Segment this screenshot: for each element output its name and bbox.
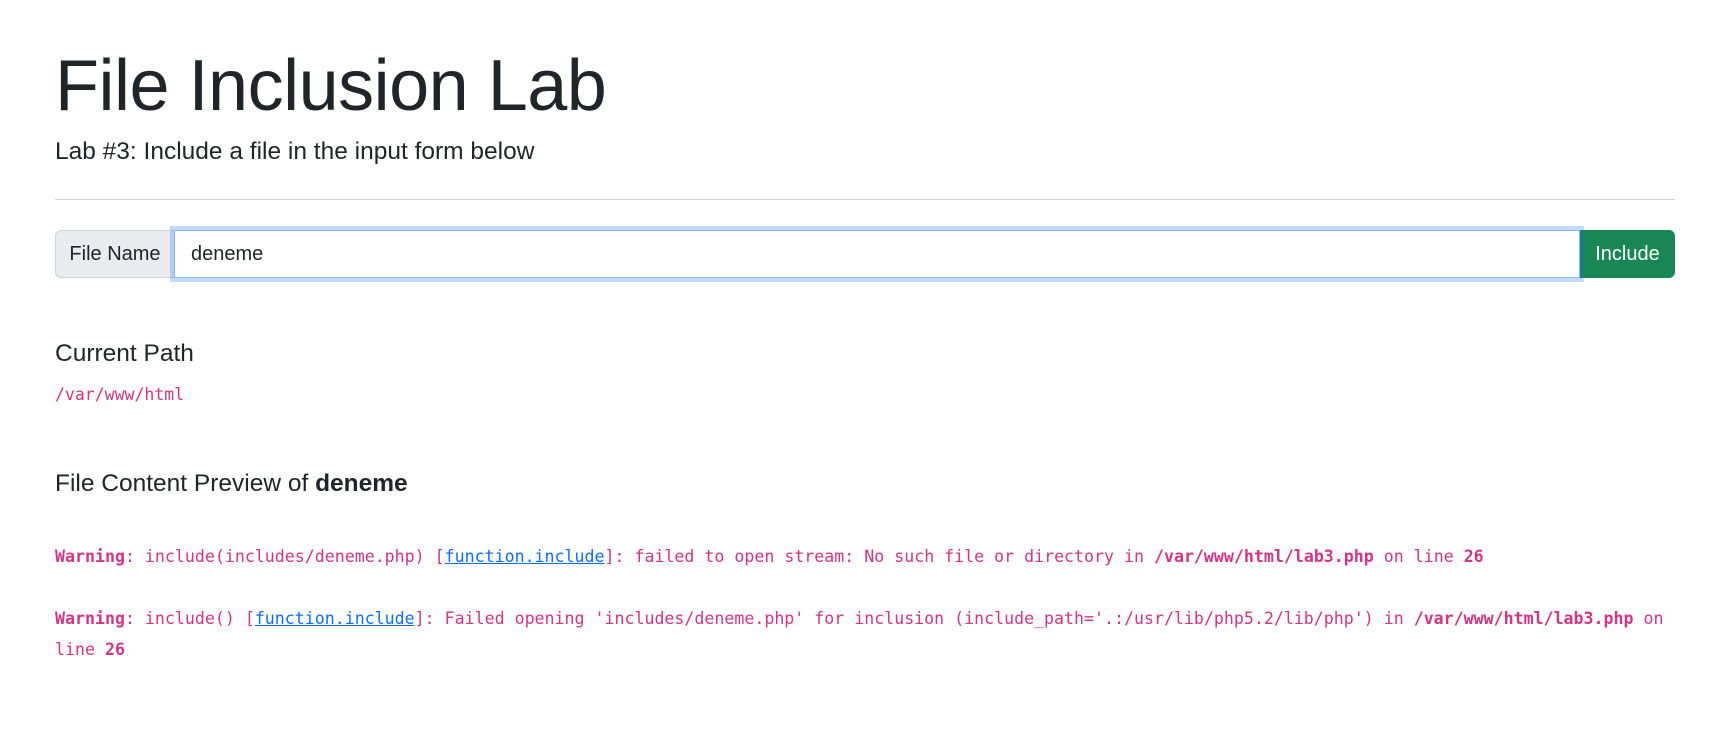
page-title: File Inclusion Lab (55, 46, 607, 126)
file-name-label: File Name (55, 230, 174, 278)
current-path-heading: Current Path (55, 340, 194, 367)
warning-text: on line (1373, 547, 1464, 566)
page-subtitle: Lab #3: Include a file in the input form… (55, 138, 535, 165)
warning-label: Warning (55, 609, 125, 628)
warning-text: : include() [ (124, 609, 255, 628)
warning-label: Warning (55, 547, 125, 566)
include-form: File Name Include (55, 230, 1675, 278)
function-include-link[interactable]: function.include (445, 547, 605, 566)
warning-line-number: 26 (104, 640, 125, 659)
warning-file-path: /var/www/html/lab3.php (1413, 609, 1634, 628)
file-name-input[interactable] (174, 230, 1580, 278)
warning-file-path: /var/www/html/lab3.php (1153, 547, 1374, 566)
warning-message: Warning: include(includes/deneme.php) [f… (55, 541, 1675, 572)
current-path-value: /var/www/html (55, 385, 185, 404)
divider (55, 199, 1675, 200)
file-preview-heading: File Content Preview of deneme (55, 469, 408, 499)
warning-text: ]: failed to open stream: No such file o… (604, 547, 1154, 566)
warning-message: Warning: include() [function.include]: F… (55, 603, 1675, 665)
file-preview-heading-prefix: File Content Preview of (55, 470, 316, 497)
warning-text: ]: Failed opening 'includes/deneme.php' … (414, 609, 1414, 628)
include-button[interactable]: Include (1580, 230, 1675, 278)
function-include-link[interactable]: function.include (255, 609, 415, 628)
warning-text: : include(includes/deneme.php) [ (124, 547, 445, 566)
warning-line-number: 26 (1463, 547, 1484, 566)
file-preview-filename: deneme (315, 470, 408, 497)
